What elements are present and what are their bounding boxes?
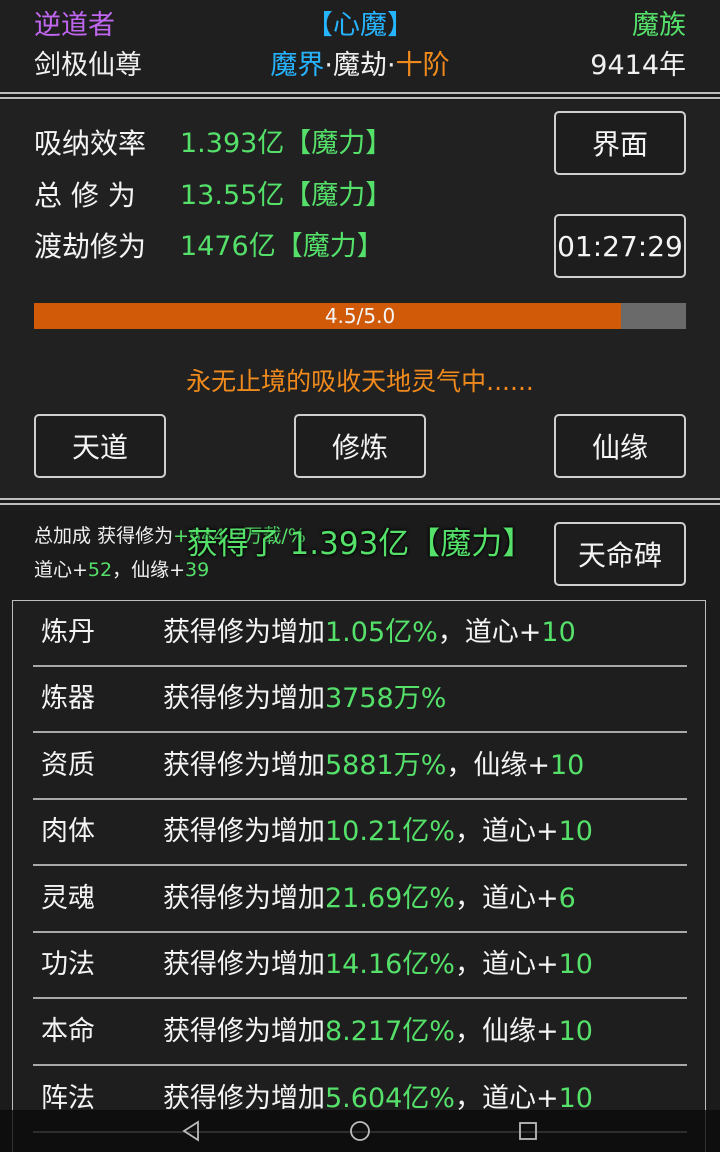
stat-label-tribulation: 渡劫修为 <box>34 230 147 263</box>
xianyuan-button[interactable]: 仙缘 <box>554 414 686 478</box>
divider <box>0 97 720 99</box>
list-item[interactable]: 功法 获得修为增加14.16亿%，道心+10 <box>33 933 687 999</box>
list-item-desc: 获得修为增加14.16亿%，道心+10 <box>163 949 593 980</box>
faction: 魔族 <box>632 10 686 41</box>
age-years: 9414年 <box>590 50 686 81</box>
realm-level: 十阶 <box>395 50 450 81</box>
list-item[interactable]: 本命 获得修为增加8.217亿%，仙缘+10 <box>33 1000 687 1066</box>
list-item[interactable]: 炼器 获得修为增加3758万% <box>33 667 687 733</box>
list-item-name: 炼器 <box>41 683 95 714</box>
list-item-name: 资质 <box>41 750 95 781</box>
status-message: 永无止境的吸收天地灵气中...... <box>186 367 534 396</box>
divider <box>0 92 720 94</box>
stat-label-efficiency: 吸纳效率 <box>34 127 147 160</box>
divider <box>0 498 720 500</box>
list-item[interactable]: 资质 获得修为增加5881万%，仙缘+10 <box>33 734 687 800</box>
back-triangle-icon[interactable] <box>180 1119 204 1143</box>
list-item-name: 本命 <box>41 1016 95 1047</box>
realm-world: 魔界 <box>270 50 325 81</box>
cultivation-panel: 吸纳效率 1.393亿【魔力】 总 修 为 13.55亿【魔力】 渡劫修为 14… <box>0 100 720 498</box>
progress-text: 4.5/5.0 <box>324 304 396 328</box>
stat-label-total: 总 修 为 <box>34 179 136 212</box>
status-header: 逆道者 剑极仙尊 【心魔】 魔界·魔劫·十阶 魔族 9414年 <box>0 0 720 92</box>
home-circle-icon[interactable] <box>348 1119 372 1143</box>
list-item-desc: 获得修为增加21.69亿%，道心+6 <box>163 883 576 914</box>
bonus-list[interactable]: 炼丹 获得修为增加1.05亿%，道心+10 炼器 获得修为增加3758万% 资质… <box>12 600 706 1152</box>
interface-button[interactable]: 界面 <box>554 111 686 175</box>
stat-value-tribulation: 1476亿【魔力】 <box>180 231 384 262</box>
tiandao-button[interactable]: 天道 <box>34 414 166 478</box>
list-item[interactable]: 肉体 获得修为增加10.21亿%，道心+10 <box>33 800 687 866</box>
list-item-name: 炼丹 <box>41 617 95 648</box>
list-item-desc: 获得修为增加1.05亿%，道心+10 <box>163 617 576 648</box>
recent-square-icon[interactable] <box>516 1119 540 1143</box>
list-item-desc: 获得修为增加8.217亿%，仙缘+10 <box>163 1016 593 1047</box>
list-item-name: 功法 <box>41 949 95 980</box>
stat-value-total: 13.55亿【魔力】 <box>180 180 393 211</box>
list-item-desc: 获得修为增加10.21亿%，道心+10 <box>163 816 593 847</box>
progress-bar: 4.5/5.0 <box>34 303 686 329</box>
xiulian-button[interactable]: 修炼 <box>294 414 426 478</box>
stat-value-efficiency: 1.393亿【魔力】 <box>180 128 393 159</box>
list-item-name: 肉体 <box>41 816 95 847</box>
tianming-button[interactable]: 天命碑 <box>554 522 686 586</box>
list-item[interactable]: 灵魂 获得修为增加21.69亿%，道心+6 <box>33 867 687 933</box>
list-item-desc: 获得修为增加3758万% <box>163 683 447 714</box>
bonus-section: 总加成 获得修为+644.2万载/% 道心+52，仙缘+39 获得了 1.393… <box>0 506 720 1152</box>
divider <box>0 503 720 505</box>
timer-button[interactable]: 01:27:29 <box>554 214 686 278</box>
list-item-name: 灵魂 <box>41 883 95 914</box>
system-nav-bar <box>0 1110 720 1152</box>
player-title: 【心魔】 <box>306 10 414 41</box>
list-item-desc: 获得修为增加5881万%，仙缘+10 <box>163 750 585 781</box>
realm-stage: 魔劫 <box>333 50 387 81</box>
list-item[interactable]: 炼丹 获得修为增加1.05亿%，道心+10 <box>33 601 687 667</box>
